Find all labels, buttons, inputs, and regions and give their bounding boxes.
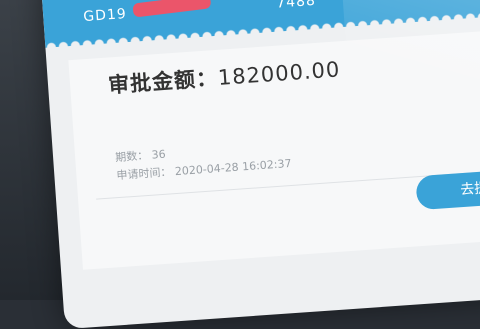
phone-screen: GD197488 审批金额：182000.00 期数： 36 申请时间： 202… [40, 0, 480, 329]
periods-label: 期数： [114, 148, 149, 165]
apply-time-label: 申请时间： [116, 165, 172, 183]
order-id-prefix: GD19 [82, 6, 128, 26]
periods-value: 36 [151, 147, 167, 162]
approval-amount-label: 审批金额： [107, 65, 219, 98]
